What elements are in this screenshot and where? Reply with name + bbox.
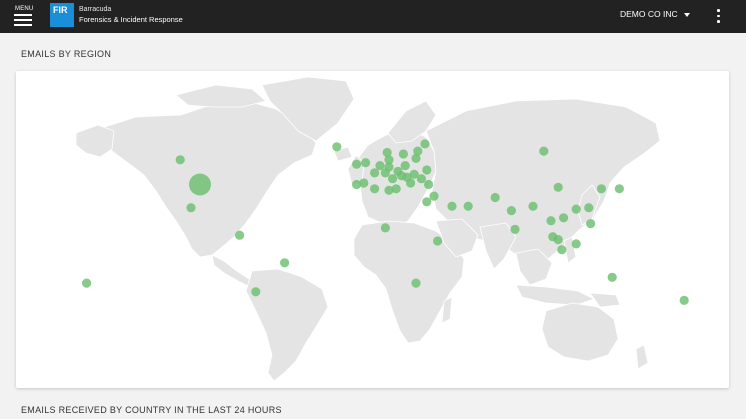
land-indonesia [515,284,596,306]
region-bubble[interactable] [607,272,617,282]
region-bubble[interactable] [380,168,390,178]
logo-text: FIR [53,5,68,15]
region-bubble[interactable] [559,213,569,223]
region-bubble[interactable] [447,201,457,211]
region-bubble[interactable] [384,185,394,195]
region-bubble[interactable] [679,295,689,305]
region-bubble[interactable] [490,192,500,203]
region-bubble[interactable] [388,174,398,184]
menu-button[interactable]: MENU [13,4,35,28]
region-bubble[interactable] [424,179,434,190]
region-bubble[interactable] [352,159,362,169]
more-options-icon[interactable] [713,8,723,24]
region-bubble[interactable] [186,203,196,213]
region-bubble[interactable] [175,155,185,165]
region-bubble[interactable] [539,146,549,156]
region-bubble[interactable] [82,278,92,288]
region-bubble[interactable] [553,235,563,245]
world-map-land [75,76,661,382]
emails-by-region-title: EMAILS BY REGION [21,49,112,59]
organization-name: DEMO CO INC [620,9,678,19]
region-bubble[interactable] [352,179,362,190]
region-bubble[interactable] [411,278,421,288]
region-bubble[interactable] [422,197,432,207]
menu-label: MENU [15,6,34,12]
region-bubble[interactable] [398,149,408,159]
region-bubble[interactable] [506,206,516,216]
region-bubble[interactable] [235,230,245,240]
fir-logo[interactable]: FIR [50,3,74,27]
land-south-america [245,268,329,382]
brand-product: Forensics & Incident Response [79,15,183,24]
region-bubble[interactable] [189,173,211,196]
region-bubble[interactable] [571,239,581,249]
land-new-zealand [635,344,649,370]
region-bubble[interactable] [400,161,410,171]
region-bubble[interactable] [546,216,556,226]
world-map [75,76,689,382]
land-alaska [75,124,115,158]
region-bubble[interactable] [332,142,342,152]
region-bubble[interactable] [429,191,439,201]
top-app-bar: MENU FIR Barracuda Forensics & Incident … [0,0,746,33]
land-arctic-islands [175,84,267,108]
hamburger-icon [14,14,32,26]
region-bubble[interactable] [361,158,371,168]
region-bubble[interactable] [528,201,538,211]
land-australia [541,302,619,362]
emails-by-region-card [16,71,729,388]
region-bubble[interactable] [463,201,473,211]
region-bubble[interactable] [416,174,426,184]
region-bubble[interactable] [614,184,625,194]
region-bubble[interactable] [571,204,581,214]
region-bubble[interactable] [422,165,432,175]
caret-down-icon [683,12,690,17]
region-bubble[interactable] [510,224,520,234]
region-bubble[interactable] [370,168,380,178]
region-bubble[interactable] [553,182,563,192]
region-bubble[interactable] [382,147,392,158]
region-bubble[interactable] [433,236,443,246]
region-bubble[interactable] [370,184,380,194]
region-bubble[interactable] [420,139,430,149]
organization-selector[interactable]: DEMO CO INC [620,9,690,23]
brand-company: Barracuda [79,6,112,13]
region-bubble[interactable] [375,161,385,171]
region-bubble[interactable] [397,171,407,181]
region-bubble[interactable] [411,153,421,163]
land-new-guinea [589,292,621,308]
emails-by-country-title: EMAILS RECEIVED BY COUNTRY IN THE LAST 2… [21,405,282,415]
region-bubble[interactable] [280,258,290,268]
region-bubble[interactable] [557,245,567,255]
region-bubble[interactable] [586,219,596,229]
region-bubble[interactable] [251,287,261,297]
region-bubble[interactable] [380,223,390,233]
region-bubble[interactable] [596,184,607,194]
region-bubble[interactable] [584,203,594,213]
